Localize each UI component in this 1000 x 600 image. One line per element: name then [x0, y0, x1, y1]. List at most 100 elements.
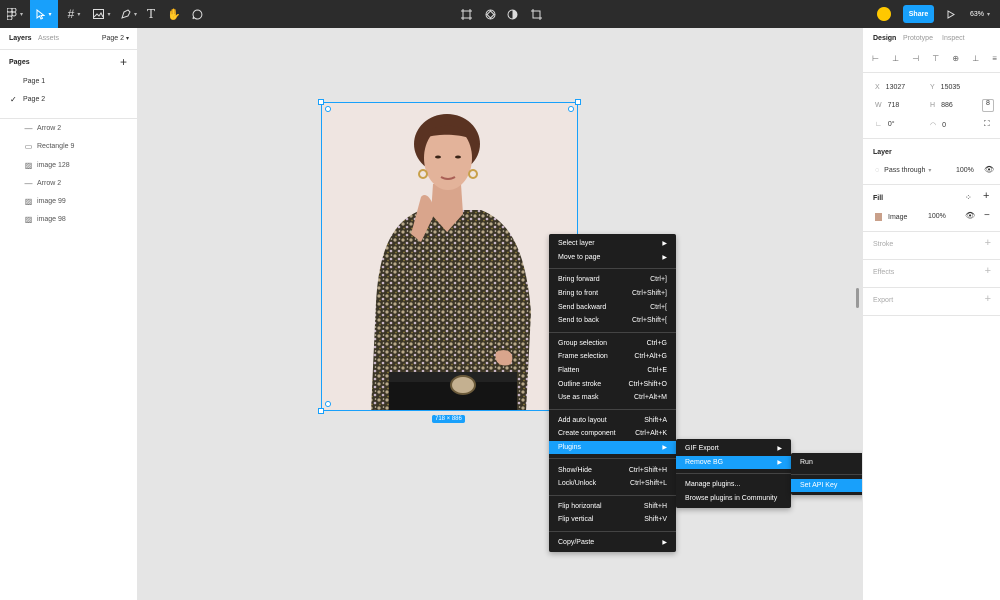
- menu-item[interactable]: Select layer ▶: [549, 237, 676, 251]
- layer-item[interactable]: ▭ Rectangle 9: [0, 138, 137, 156]
- submenu-arrow-icon: ▶: [662, 539, 667, 546]
- width-field[interactable]: W 718: [875, 102, 899, 109]
- menu-item[interactable]: Flip vertical Shift+V: [549, 513, 676, 527]
- menu-item[interactable]: Show/Hide Ctrl+Shift+H: [549, 463, 676, 477]
- add-effect-icon[interactable]: +: [985, 265, 991, 277]
- layer-opacity-field[interactable]: 100%: [956, 167, 974, 174]
- align-bottom-icon[interactable]: ⊥: [972, 54, 979, 63]
- component-icon[interactable]: [482, 0, 498, 28]
- corner-radius-handle[interactable]: [325, 401, 331, 407]
- menu-item[interactable]: Send backward Ctrl+[: [549, 300, 676, 314]
- fill-row[interactable]: Image: [875, 213, 907, 221]
- menu-item[interactable]: Outline stroke Ctrl+Shift+O: [549, 377, 676, 391]
- menu-item[interactable]: GIF Export ▶: [676, 442, 791, 456]
- menu-item[interactable]: Remove BG ▶: [676, 455, 791, 470]
- canvas[interactable]: 718 × 886 ?: [138, 28, 988, 600]
- y-field[interactable]: Y 15035: [930, 84, 960, 91]
- page-item[interactable]: Page 1: [0, 74, 137, 92]
- frame-tool-icon[interactable]: # ▾: [62, 0, 86, 28]
- menu-item[interactable]: Bring to front Ctrl+Shift+]: [549, 287, 676, 301]
- menu-item[interactable]: Create component Ctrl+Alt+K: [549, 427, 676, 441]
- menu-item[interactable]: Move to page ▶: [549, 251, 676, 265]
- menu-item-label: Create component: [558, 430, 616, 438]
- add-page-icon[interactable]: +: [120, 55, 127, 69]
- crop-frame-icon[interactable]: [458, 0, 474, 28]
- menu-item[interactable]: Flip horizontal Shift+H: [549, 500, 676, 514]
- blend-value: Pass through: [884, 167, 926, 174]
- user-avatar[interactable]: [877, 7, 891, 21]
- menu-item[interactable]: Lock/Unlock Ctrl+Shift+L: [549, 477, 676, 491]
- corner-radius-field[interactable]: ◠ 0: [930, 121, 946, 129]
- present-play-icon[interactable]: [944, 0, 958, 28]
- text-tool-icon[interactable]: T: [143, 0, 159, 28]
- menu-item[interactable]: Copy/Paste ▶: [549, 536, 676, 550]
- menu-item[interactable]: Use as mask Ctrl+Alt+M: [549, 391, 676, 405]
- share-button[interactable]: Share: [903, 5, 934, 23]
- tab-design[interactable]: Design: [873, 35, 896, 42]
- resize-handle[interactable]: [318, 99, 324, 105]
- chevron-down-icon: ▾: [125, 36, 129, 42]
- tab-prototype[interactable]: Prototype: [903, 35, 933, 42]
- visibility-eye-icon[interactable]: 👁: [984, 165, 994, 174]
- selection-bounding-box[interactable]: [321, 102, 578, 411]
- add-fill-icon[interactable]: +: [983, 190, 989, 202]
- divider: [863, 259, 1000, 260]
- move-tool-icon[interactable]: ▾: [30, 0, 58, 28]
- fill-type: Image: [888, 213, 908, 221]
- tab-inspect[interactable]: Inspect: [942, 35, 965, 42]
- add-export-icon[interactable]: +: [985, 293, 991, 305]
- hand-tool-icon[interactable]: ✋: [166, 0, 182, 28]
- contrast-icon[interactable]: [504, 0, 520, 28]
- menu-item-shortcut: Ctrl+[: [650, 303, 667, 311]
- align-center-h-icon[interactable]: ⊥: [892, 54, 899, 63]
- remove-fill-icon[interactable]: −: [984, 210, 990, 221]
- shape-tool-icon[interactable]: ▾: [90, 0, 114, 28]
- menu-item[interactable]: Frame selection Ctrl+Alt+G: [549, 350, 676, 364]
- chevron-down-icon: ▾: [928, 168, 932, 174]
- resize-handle[interactable]: [318, 408, 324, 414]
- page-select-dropdown[interactable]: Page 2 ▾: [102, 35, 129, 42]
- independent-corners-icon[interactable]: ⛶: [984, 119, 990, 129]
- menu-item[interactable]: Browse plugins in Community: [676, 492, 791, 506]
- tab-layers[interactable]: Layers: [9, 35, 32, 42]
- page-item[interactable]: ✓ Page 2: [0, 92, 137, 110]
- resize-handle[interactable]: [575, 99, 581, 105]
- fill-styles-icon[interactable]: ⁘: [965, 193, 972, 202]
- constrain-proportions-icon[interactable]: 8: [982, 99, 994, 112]
- tab-assets[interactable]: Assets: [38, 35, 59, 42]
- align-center-v-icon[interactable]: ⊕: [952, 54, 959, 63]
- add-stroke-icon[interactable]: +: [985, 237, 991, 249]
- layer-item[interactable]: ▨ image 99: [0, 193, 137, 211]
- main-menu-icon[interactable]: ▾: [4, 0, 26, 28]
- vertical-scrollbar[interactable]: [856, 288, 859, 308]
- layer-item[interactable]: ▨ image 128: [0, 157, 137, 175]
- layer-item[interactable]: ▨ image 98: [0, 211, 137, 229]
- corner-radius-handle[interactable]: [325, 106, 331, 112]
- align-right-icon[interactable]: ⊣: [912, 54, 919, 63]
- menu-item[interactable]: Send to back Ctrl+Shift+[: [549, 314, 676, 328]
- align-top-icon[interactable]: ⊤: [932, 54, 939, 63]
- layer-item-label: image 98: [37, 216, 66, 224]
- align-left-icon[interactable]: ⊢: [872, 54, 879, 63]
- fill-opacity-field[interactable]: 100%: [928, 213, 946, 220]
- menu-item-label: Group selection: [558, 339, 608, 347]
- menu-item[interactable]: Manage plugins...: [676, 478, 791, 492]
- comment-tool-icon[interactable]: [189, 0, 205, 28]
- menu-item[interactable]: Group selection Ctrl+G: [549, 337, 676, 351]
- blend-mode-dropdown[interactable]: ◌ Pass through ▾: [875, 167, 931, 174]
- menu-item[interactable]: Bring forward Ctrl+]: [549, 273, 676, 287]
- layer-item[interactable]: — Arrow 2: [0, 120, 137, 138]
- distribute-icon[interactable]: ≡: [992, 54, 997, 63]
- x-field[interactable]: X 13027: [875, 84, 905, 91]
- height-field[interactable]: H 886: [930, 102, 953, 109]
- crop-icon[interactable]: [528, 0, 544, 28]
- pen-tool-icon[interactable]: ▾: [117, 0, 141, 28]
- layer-item[interactable]: — Arrow 2: [0, 175, 137, 193]
- menu-item[interactable]: Flatten Ctrl+E: [549, 364, 676, 378]
- menu-item[interactable]: Add auto layout Shift+A: [549, 414, 676, 428]
- zoom-dropdown[interactable]: 63% ▾: [970, 0, 990, 28]
- menu-item[interactable]: Plugins ▶: [549, 440, 676, 455]
- fill-visibility-eye-icon[interactable]: 👁: [965, 211, 975, 220]
- corner-radius-handle[interactable]: [568, 106, 574, 112]
- rotation-field[interactable]: ∟ 0°: [875, 121, 895, 128]
